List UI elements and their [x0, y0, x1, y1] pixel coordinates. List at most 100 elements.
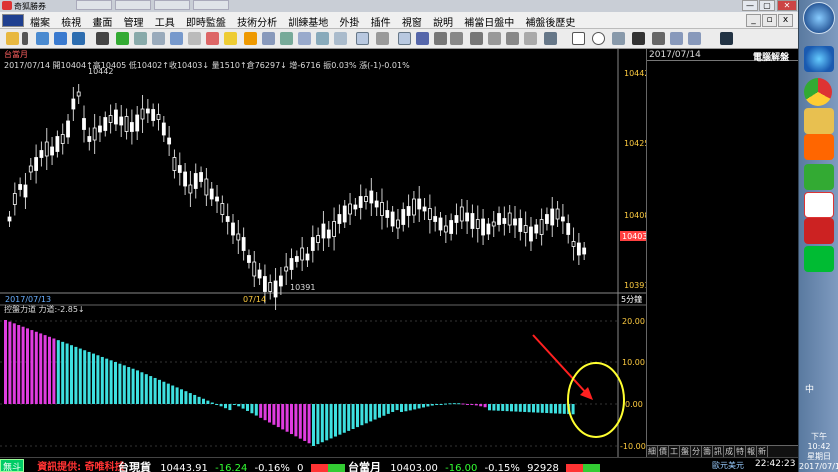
tile-icon[interactable] — [334, 32, 347, 45]
folder-icon[interactable] — [804, 108, 834, 134]
text-icon[interactable] — [450, 32, 463, 45]
ie-icon[interactable] — [804, 46, 834, 72]
eraser-icon[interactable] — [632, 32, 645, 45]
menu-view[interactable]: 檢視 — [61, 14, 81, 29]
menu-restore-button[interactable]: ▫ — [762, 14, 777, 27]
menu-help[interactable]: 說明 — [433, 14, 453, 29]
bar-chart-icon[interactable] — [206, 32, 219, 45]
tab-news[interactable]: 新 — [757, 446, 768, 457]
ruler-icon[interactable] — [524, 32, 537, 45]
ellipse-icon[interactable] — [592, 32, 605, 45]
panel-icon[interactable] — [298, 32, 311, 45]
provider-button[interactable]: 無斗 — [0, 459, 24, 472]
draw-tool-icon[interactable] — [398, 32, 411, 45]
chrome-icon[interactable] — [804, 78, 832, 106]
layout-icon[interactable] — [280, 32, 293, 45]
open-folder-icon[interactable] — [6, 32, 19, 45]
candle-body — [396, 219, 400, 229]
menu-fill-intraday[interactable]: 補當日盤中 — [464, 14, 514, 29]
expand-panel-icon[interactable] — [670, 32, 683, 45]
tab-deal[interactable]: 成 — [724, 446, 735, 457]
news-ticker[interactable]: 歐元美元 — [712, 460, 744, 471]
interval-label: 5分鐘 — [621, 294, 642, 304]
crosshair-icon[interactable] — [36, 32, 49, 45]
xbox-icon[interactable] — [804, 164, 834, 190]
dropdown-arrow-icon[interactable] — [22, 32, 28, 45]
menu-manage[interactable]: 管理 — [124, 14, 144, 29]
fib-icon[interactable] — [488, 32, 501, 45]
menu-minimize-button[interactable]: _ — [746, 14, 761, 27]
title-tab[interactable] — [193, 0, 229, 10]
indicator-bar — [74, 346, 78, 404]
line-icon[interactable] — [470, 32, 483, 45]
line-icon-app[interactable] — [804, 246, 834, 272]
diamond-icon[interactable] — [244, 32, 257, 45]
tab-tool[interactable]: 工 — [669, 446, 680, 457]
tab-detail[interactable]: 細 — [647, 446, 658, 457]
star-icon[interactable] — [224, 32, 237, 45]
channel-icon[interactable] — [506, 32, 519, 45]
trading-app-icon[interactable] — [804, 192, 834, 218]
menu-close-button[interactable]: x — [778, 14, 793, 27]
tab-report[interactable]: 報 — [746, 446, 757, 457]
tab-minute[interactable]: 分 — [691, 446, 702, 457]
title-tab[interactable] — [76, 0, 112, 10]
pen-icon[interactable] — [416, 32, 429, 45]
menu-realtime[interactable]: 即時監盤 — [186, 14, 226, 29]
tab-board[interactable]: 盤 — [680, 446, 691, 457]
tray-ime[interactable]: 中 — [805, 382, 814, 395]
clock[interactable]: 下午 10:42 星期日 2017/07/16 — [799, 432, 838, 472]
tab-signal[interactable]: 訊 — [713, 446, 724, 457]
move-icon[interactable] — [54, 32, 67, 45]
menu-technical[interactable]: 技術分析 — [237, 14, 277, 29]
candle-body — [12, 193, 17, 205]
indicator-bar — [136, 370, 139, 404]
app-icon[interactable] — [2, 14, 24, 27]
print-icon[interactable] — [376, 32, 389, 45]
annotation-low: 10391 — [290, 283, 315, 292]
grid-icon[interactable] — [134, 32, 147, 45]
expand-icon[interactable] — [72, 32, 85, 45]
title-tabs — [40, 0, 229, 12]
save-icon[interactable] — [720, 32, 733, 45]
tab-special[interactable]: 特 — [735, 446, 746, 457]
polygon-icon[interactable] — [612, 32, 625, 45]
menu-training[interactable]: 訓練基地 — [288, 14, 328, 29]
indicator-bar — [334, 404, 337, 437]
close-button[interactable]: ✕ — [777, 0, 797, 11]
window-icon[interactable] — [262, 32, 275, 45]
chart-green-icon[interactable] — [116, 32, 129, 45]
menu-addon[interactable]: 插件 — [371, 14, 391, 29]
maximize-button[interactable]: ▢ — [759, 0, 775, 11]
tab-chips[interactable]: 籌 — [702, 446, 713, 457]
title-tab[interactable] — [115, 0, 151, 10]
indicator-bar — [400, 404, 403, 412]
back-icon[interactable] — [96, 32, 109, 45]
menu-screen[interactable]: 畫面 — [92, 14, 112, 29]
start-button[interactable] — [803, 2, 835, 34]
menu-plugin[interactable]: 外掛 — [340, 14, 360, 29]
minimize-button[interactable]: — — [742, 0, 758, 11]
menu-window[interactable]: 視窗 — [402, 14, 422, 29]
trend-icon[interactable] — [544, 32, 557, 45]
menu-tools[interactable]: 工具 — [155, 14, 175, 29]
document-icon[interactable] — [188, 32, 201, 45]
lock-icon[interactable] — [652, 32, 665, 45]
indicator-bar — [70, 345, 73, 404]
menu-fill-history[interactable]: 補盤後歷史 — [525, 14, 575, 29]
arrow-icon[interactable] — [434, 32, 447, 45]
candle-body — [364, 196, 368, 202]
media-player-icon[interactable] — [804, 134, 834, 160]
mail-app-icon[interactable] — [804, 218, 834, 244]
split-icon[interactable] — [316, 32, 329, 45]
chart-area[interactable]: 台當月 2017/07/14 開10404↑高10405 低10402↑收104… — [0, 49, 646, 457]
table-icon[interactable] — [152, 32, 165, 45]
list-icon[interactable] — [170, 32, 183, 45]
menu-file[interactable]: 檔案 — [30, 14, 50, 29]
kline-icon[interactable] — [356, 32, 369, 45]
chart-svg[interactable]: 台當月 2017/07/14 開10404↑高10405 低10402↑收104… — [0, 49, 646, 457]
compress-icon[interactable] — [688, 32, 701, 45]
rectangle-icon[interactable] — [572, 32, 585, 45]
title-tab[interactable] — [154, 0, 190, 10]
tab-price[interactable]: 價 — [658, 446, 669, 457]
